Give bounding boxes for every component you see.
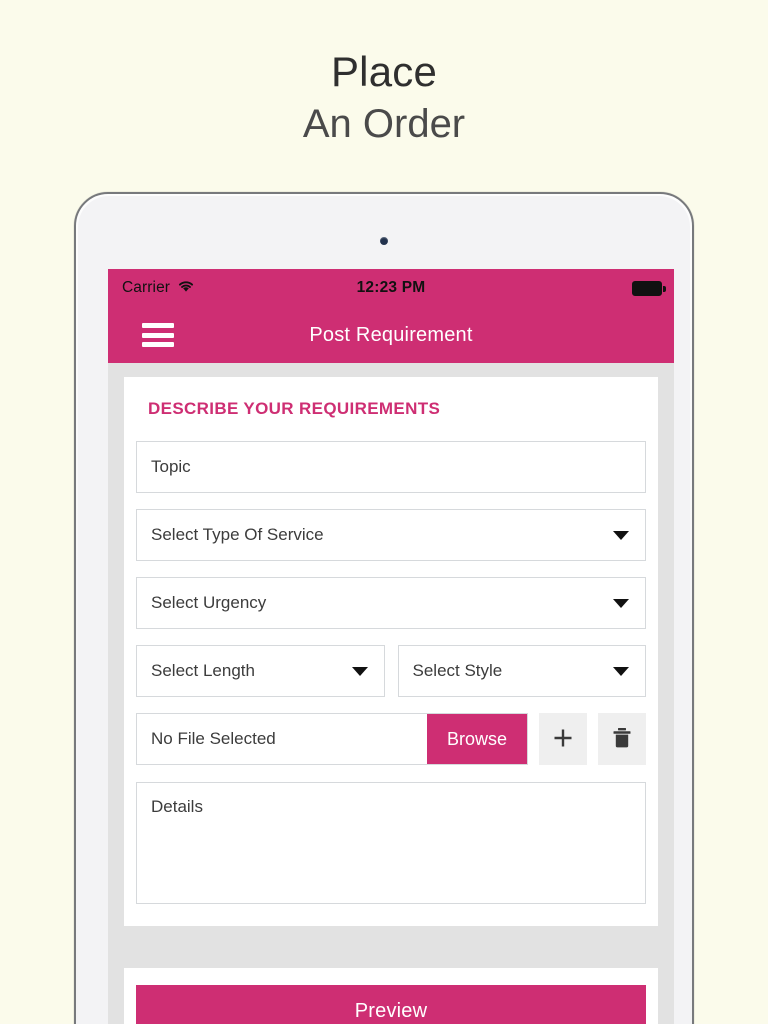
status-bar: Carrier 12:23 PM — [108, 269, 674, 307]
topic-placeholder: Topic — [151, 457, 191, 476]
topic-input[interactable]: Topic — [136, 441, 646, 493]
requirements-form-card: DESCRIBE YOUR REQUIREMENTS Topic Select … — [124, 377, 658, 926]
file-status-label: No File Selected — [151, 729, 276, 748]
file-upload-row: No File Selected Browse — [136, 713, 646, 765]
chevron-down-icon — [613, 666, 629, 676]
delete-file-button[interactable] — [598, 713, 646, 765]
select-type-of-service-label: Select Type Of Service — [151, 525, 324, 544]
add-file-button[interactable] — [539, 713, 587, 765]
page-title: Post Requirement — [309, 323, 473, 346]
tablet-device-frame: Carrier 12:23 PM Post Requirement DESCRI… — [74, 192, 694, 1024]
chevron-down-icon — [613, 530, 629, 540]
status-bar-right — [632, 280, 666, 296]
select-urgency-label: Select Urgency — [151, 593, 267, 612]
promo-heading: Place An Order — [0, 48, 768, 148]
select-length-label: Select Length — [151, 661, 255, 680]
carrier-label: Carrier — [122, 279, 171, 296]
details-textarea[interactable]: Details — [136, 782, 646, 904]
select-type-of-service[interactable]: Select Type Of Service — [136, 509, 646, 561]
details-placeholder: Details — [151, 797, 203, 816]
section-title: DESCRIBE YOUR REQUIREMENTS — [148, 399, 441, 418]
plus-icon — [551, 726, 575, 753]
app-navigation-bar: Post Requirement — [108, 307, 674, 363]
hamburger-bar — [142, 342, 174, 347]
app-content: DESCRIBE YOUR REQUIREMENTS Topic Select … — [108, 363, 674, 1024]
battery-full-icon — [632, 280, 666, 296]
select-style[interactable]: Select Style — [397, 645, 646, 697]
preview-action-card: Preview — [124, 968, 658, 1024]
select-length[interactable]: Select Length — [136, 645, 385, 697]
app-screen: Carrier 12:23 PM Post Requirement DESCRI… — [108, 269, 674, 1024]
preview-button[interactable]: Preview — [136, 985, 646, 1024]
promo-title-line2: An Order — [302, 102, 466, 147]
chevron-down-icon — [613, 598, 629, 608]
hamburger-bar — [142, 332, 174, 338]
hamburger-bar — [142, 323, 174, 328]
wifi-icon — [177, 279, 195, 298]
browse-button[interactable]: Browse — [426, 714, 527, 764]
promo-title-line1: Place — [330, 48, 438, 95]
file-input[interactable]: No File Selected Browse — [136, 713, 528, 765]
front-camera-icon — [380, 237, 388, 245]
tablet-bezel: Carrier 12:23 PM Post Requirement DESCRI… — [78, 196, 690, 1024]
status-bar-left: Carrier — [122, 279, 195, 298]
select-style-label: Select Style — [412, 661, 503, 680]
select-urgency[interactable]: Select Urgency — [136, 577, 646, 629]
content-divider — [108, 926, 674, 968]
hamburger-menu-icon[interactable] — [142, 323, 174, 347]
trash-icon — [611, 726, 633, 753]
chevron-down-icon — [351, 666, 368, 676]
length-style-row: Select Length Select Style — [136, 645, 646, 697]
